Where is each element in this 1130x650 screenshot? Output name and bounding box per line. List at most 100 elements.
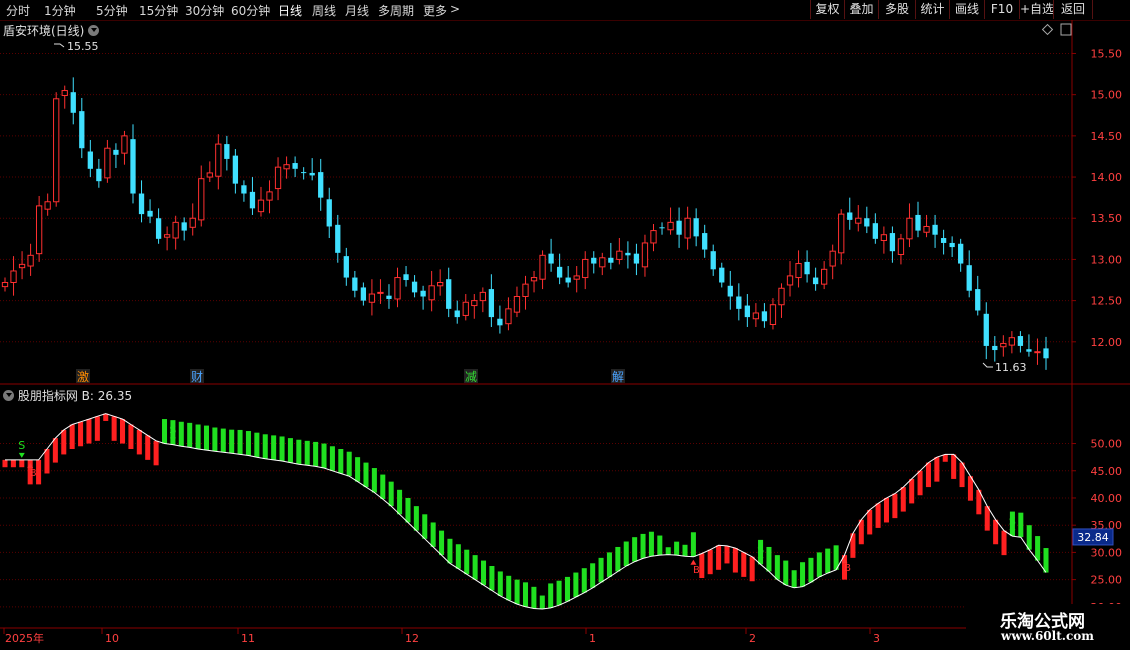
candle-body (35, 205, 43, 255)
candle-body (241, 185, 247, 194)
candle-body (437, 281, 444, 287)
candle-body (625, 252, 631, 256)
window-icon (1060, 23, 1072, 36)
candle-body (676, 220, 682, 235)
diamond-icon (1041, 23, 1054, 36)
date-label: 2 (749, 632, 756, 645)
candle-body (326, 199, 332, 227)
buy-signal-label: B (30, 468, 37, 479)
current-value-label: 32.84 (1077, 531, 1109, 544)
candle-body (249, 191, 256, 209)
candle-body (975, 289, 981, 311)
candle-body (27, 254, 34, 267)
dropdown-circle-icon[interactable] (88, 25, 100, 36)
price-tick-label: 14.00 (1091, 171, 1123, 184)
indicator-name-label: 股朋指标网 (17, 389, 78, 403)
candle-body (940, 238, 947, 243)
candle-body (539, 254, 546, 280)
candle-body (1034, 351, 1041, 354)
candle-body (352, 277, 358, 291)
main-panel-title: 盾安环境(日线) (3, 22, 100, 39)
candle-body (838, 213, 845, 254)
candle-body (710, 251, 716, 270)
candle-body (744, 305, 750, 318)
candle-body (403, 274, 409, 281)
candle-body (983, 313, 989, 346)
candle-body (479, 291, 486, 302)
candle-body (829, 250, 836, 267)
candle-body (702, 233, 708, 250)
indicator-tick-label: 50.00 (1091, 438, 1123, 451)
candle-body (667, 221, 674, 231)
candle-body (633, 253, 640, 264)
candle-body (79, 111, 85, 149)
candle-body (616, 250, 623, 260)
candle-body (505, 308, 512, 325)
candle-body (335, 224, 341, 253)
candle-body (1, 281, 9, 288)
indicator-value-label: B: 26.35 (81, 389, 133, 403)
candle-body (497, 318, 503, 326)
candle-body (96, 168, 102, 182)
date-label: 10 (105, 632, 119, 645)
candle-body (87, 151, 93, 169)
candle-body (394, 277, 401, 300)
price-tick-label: 13.50 (1091, 212, 1123, 225)
candle-body (761, 311, 768, 322)
candle-body (1008, 337, 1016, 346)
date-label: 11 (241, 632, 255, 645)
candle-body (1026, 349, 1032, 352)
candle-body (488, 289, 495, 318)
candle-body (189, 217, 196, 228)
candle-body (582, 258, 589, 279)
candle-body (318, 172, 324, 198)
candle-body (778, 287, 785, 306)
sell-signal-label: S (1009, 515, 1016, 528)
candle-body (872, 223, 878, 239)
stock-name-label: 盾安环境(日线) (3, 24, 85, 38)
candle-body (360, 287, 367, 301)
candle-body (530, 277, 538, 282)
candle-body (897, 238, 905, 255)
candle-body (44, 201, 51, 210)
candle-body (565, 277, 571, 283)
candle-body (420, 290, 426, 297)
candle-body (232, 155, 239, 184)
candle-body (18, 263, 26, 269)
date-label: 12 (405, 632, 419, 645)
dropdown-circle-icon[interactable] (3, 390, 14, 401)
candle-body (923, 225, 930, 233)
candle-body (992, 345, 998, 351)
buy-signal-label: B (844, 563, 851, 574)
candle-body (932, 224, 938, 235)
candle-body (556, 266, 563, 278)
price-tick-label: 13.00 (1091, 253, 1123, 266)
candle-body (138, 193, 145, 215)
candle-body (1043, 348, 1049, 359)
indicator-panel-title: 股朋指标网 B: 26.35 (3, 387, 132, 404)
event-marker: 激 (77, 370, 89, 384)
candle-body (769, 304, 777, 326)
indicator-tick-label: 40.00 (1091, 492, 1123, 505)
candle-body (104, 147, 111, 179)
low-pointer-icon (982, 362, 993, 368)
candle-body (548, 253, 554, 264)
candle-body (411, 281, 418, 293)
candle-body (377, 291, 384, 294)
indicator-tick-label: 45.00 (1091, 465, 1123, 478)
candle-body (172, 221, 179, 239)
candle-body (847, 212, 853, 220)
candle-body (274, 166, 282, 190)
candle-body (795, 263, 802, 279)
candle-body (53, 98, 60, 203)
stock-chart[interactable]: 12.00 12.50 13.00 13.50 14.00 14.50 15.00 15.50… (0, 0, 1130, 650)
date-label: 1 (589, 632, 596, 645)
candle-body (206, 172, 213, 178)
buy-signal-label: B (693, 565, 700, 576)
candle-body (591, 257, 597, 264)
candle-body (163, 234, 171, 238)
candle-body (257, 199, 265, 213)
candle-body (386, 295, 392, 299)
price-tick-label: 15.50 (1091, 47, 1123, 60)
candle-body (61, 90, 68, 96)
